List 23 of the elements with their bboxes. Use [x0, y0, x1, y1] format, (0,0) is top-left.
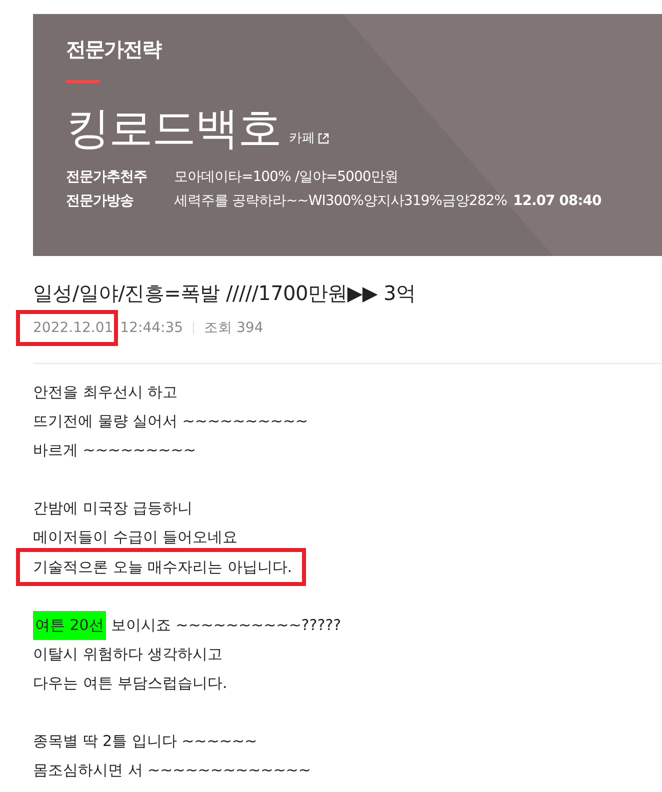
- post-time: 12:44:35: [120, 320, 184, 336]
- broadcast-time: 12.07 08:40: [512, 192, 602, 211]
- expert-name: 킹로드백호: [66, 102, 281, 156]
- body-line: 메이저들이 수급이 들어오네요: [33, 527, 238, 548]
- cafe-link[interactable]: 카페: [289, 129, 329, 147]
- body-line: 안전을 최우선시 하고: [33, 382, 178, 403]
- row-value: 세력주를 공략하라~~WI300%양지사319%금양282%: [174, 192, 507, 211]
- section-heading: 전문가전략: [66, 36, 161, 63]
- external-link-icon: [318, 132, 329, 144]
- body-line: 간밤에 미국장 급등하니: [33, 498, 193, 519]
- body-line: 뜨기전에 물량 실어서 ~~~~~~~~~~: [33, 411, 308, 432]
- body-line: 이탈시 위험하다 생각하시고: [33, 644, 223, 665]
- body-line: 다우는 여튼 부담스럽습니다.: [33, 673, 228, 694]
- row-label: 전문가방송: [66, 192, 134, 211]
- body-line: 몸조심하시면 서 ~~~~~~~~~~~~~: [33, 760, 311, 781]
- body-line: 여튼 20선 보이시죠 ~~~~~~~~~~?????: [33, 611, 342, 640]
- row-value: 모아데이타=100% /일야=5000만원: [174, 168, 398, 187]
- accent-bar: [66, 80, 100, 83]
- body-line: 종목별 딱 2틀 입니다 ~~~~~~: [33, 731, 258, 752]
- body-line: 바르게 ~~~~~~~~~: [33, 440, 196, 461]
- view-count: 조회 394: [204, 319, 264, 337]
- row-label: 전문가추천주: [66, 168, 148, 187]
- post-title: 일성/일야/진흥=폭발 /////1700만원▶▶ 3억: [33, 280, 417, 307]
